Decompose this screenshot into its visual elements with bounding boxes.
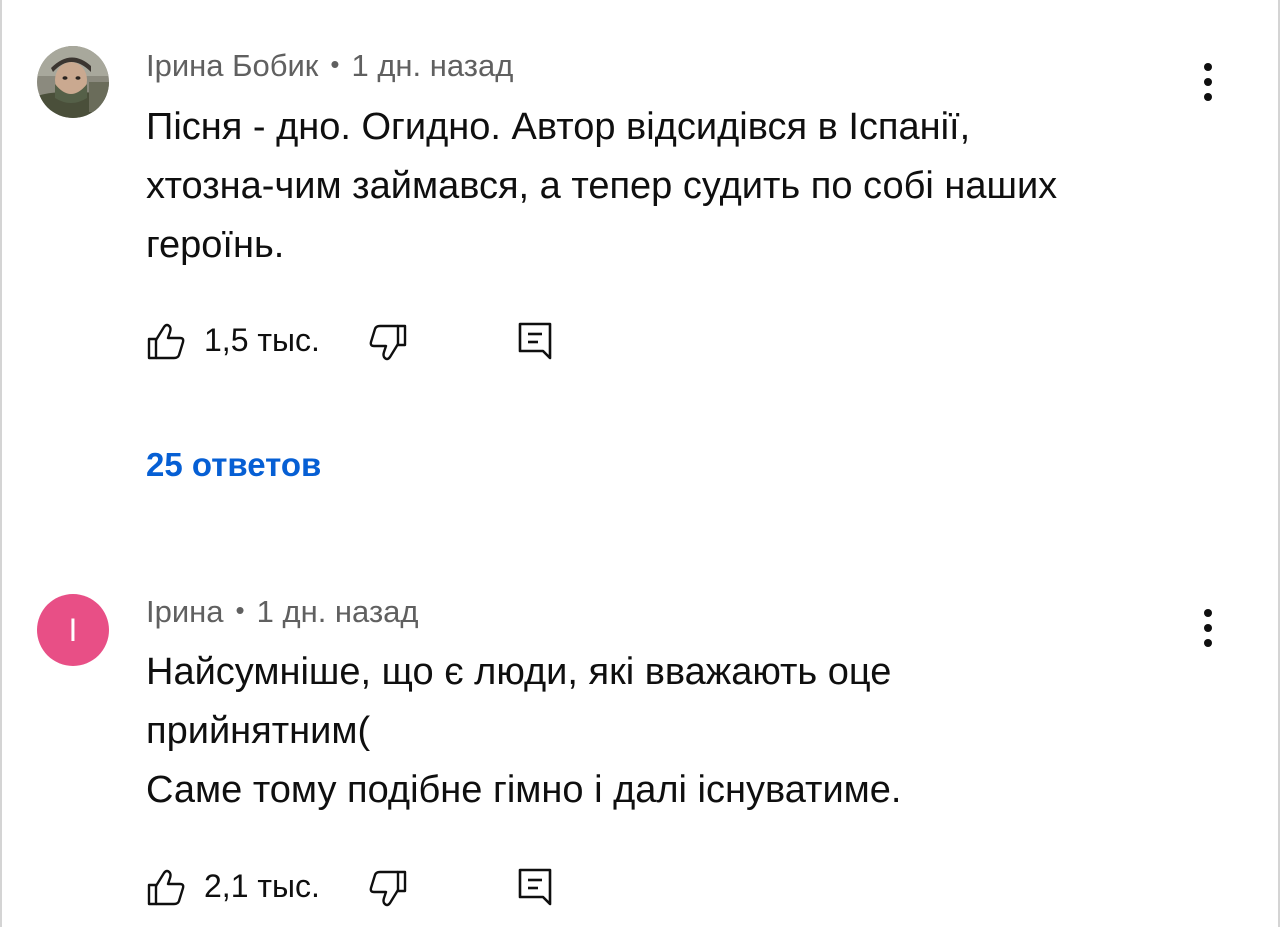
avatar-letter: I <box>68 611 78 648</box>
comment-reply-icon <box>518 868 552 906</box>
comment-meta: Ірина Бобик • 1 дн. назад <box>146 48 513 84</box>
comment-actions: 1,5 тыс. <box>146 320 566 364</box>
more-vertical-icon-dot <box>1204 78 1212 86</box>
comment-text-line: героїнь. <box>146 224 285 266</box>
frame-border-left <box>0 0 2 927</box>
comment-text-line: хтозна-чим займався, а тепер судить по с… <box>146 165 1058 207</box>
comment-text-line: прийнятним( <box>146 710 371 752</box>
comment-reply-icon <box>518 322 552 360</box>
thumb-up-icon <box>147 869 185 906</box>
comment-actions: 2,1 тыс. <box>146 866 566 910</box>
comment-text: Пісня - дно. Огидно. Автор відсидівся в … <box>146 98 1206 275</box>
thumb-down-icon <box>369 870 407 907</box>
like-count: 1,5 тыс. <box>204 322 320 358</box>
comment-time[interactable]: 1 дн. назад <box>257 594 419 629</box>
reply-button[interactable] <box>516 866 556 910</box>
comment-text-line: Найсумніше, що є люди, які вважають оце <box>146 651 892 693</box>
like-count: 2,1 тыс. <box>204 868 320 904</box>
like-button[interactable] <box>146 320 186 364</box>
thumb-down-icon <box>369 324 407 361</box>
comment-text: Найсумніше, що є люди, які вважають оце … <box>146 643 1206 820</box>
thumb-up-icon <box>147 323 185 360</box>
author-name[interactable]: Ірина <box>146 594 224 629</box>
author-avatar[interactable]: I <box>37 594 109 666</box>
comment-text-line: Пісня - дно. Огидно. Автор відсидівся в … <box>146 106 971 148</box>
comment-text-line: Саме тому подібне гімно і далі існуватим… <box>146 769 902 811</box>
more-vertical-icon <box>1204 609 1212 617</box>
author-avatar[interactable] <box>37 46 109 118</box>
dislike-button[interactable] <box>368 320 408 364</box>
dislike-button[interactable] <box>368 866 408 910</box>
view-replies-link[interactable]: 25 ответов <box>146 446 321 484</box>
more-vertical-icon <box>1204 63 1212 71</box>
separator-dot: • <box>330 49 340 79</box>
separator-dot: • <box>235 595 245 625</box>
author-name[interactable]: Ірина Бобик <box>146 48 318 83</box>
avatar-photo <box>37 46 109 118</box>
reply-button[interactable] <box>516 320 556 364</box>
like-button[interactable] <box>146 866 186 910</box>
comment-meta: Ірина • 1 дн. назад <box>146 594 418 630</box>
comment-time[interactable]: 1 дн. назад <box>351 48 513 83</box>
more-vertical-icon-dot <box>1204 624 1212 632</box>
